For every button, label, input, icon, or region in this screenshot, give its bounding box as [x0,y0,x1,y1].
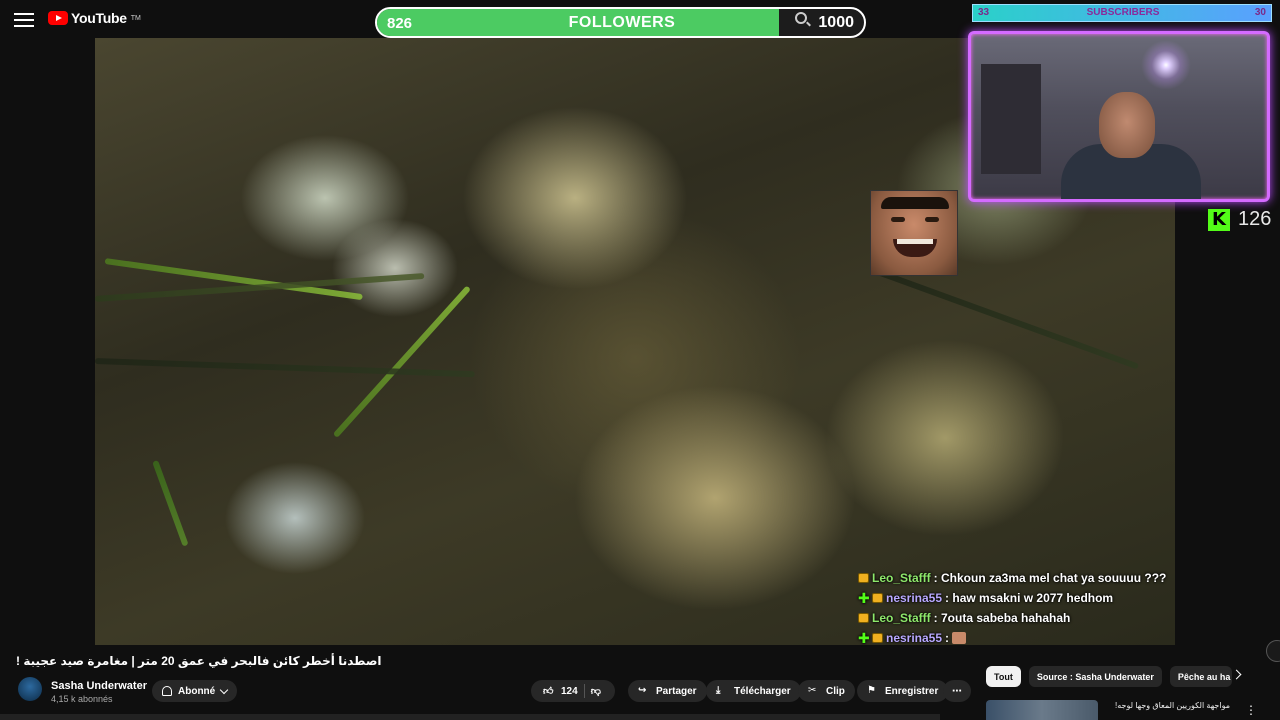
followers-goal-bar: 826 FOLLOWERS 1000 [375,7,866,38]
more-icon: ⋯ [952,685,962,697]
chip-source[interactable]: Source : Sasha Underwater [1028,666,1162,687]
share-label: Partager [656,685,697,697]
recommendation-title[interactable]: مواجهة الكوريين المعاق وجها لوجه! [1104,701,1230,710]
like-dislike-group: 👍︎ 124 👎︎ [531,680,615,702]
chat-text: : [945,631,950,645]
bookmark-icon: ⚑ [867,685,876,696]
save-label: Enregistrer [885,685,939,697]
download-button[interactable]: ⤓ Télécharger [706,680,801,702]
kick-viewer-count: 126 [1238,208,1272,230]
chat-username: Leo_Stafff [872,611,931,625]
crown-badge-icon [872,633,883,643]
subscribers-label: SUBSCRIBERS [1086,7,1160,18]
subscribed-label: Abonné [178,685,216,697]
streamer-face [1099,92,1155,158]
chat-message: Leo_Stafff : Chkoun za3ma mel chat ya so… [858,568,1178,588]
chat-username: nesrina55 [886,631,943,645]
kick-logo-icon: K [1208,208,1230,231]
chip-fishing[interactable]: Pêche au ha [1169,666,1232,687]
recommendation-thumbnail[interactable] [986,700,1098,720]
subscriber-count: 4,15 k abonnés [51,694,113,704]
side-panel-toggle[interactable] [1266,640,1280,662]
laughing-meme-overlay [870,190,958,276]
crown-badge-icon [858,613,869,623]
kebab-menu-icon[interactable]: ⋮ [1245,703,1257,717]
webcam-overlay [968,31,1270,202]
clip-button[interactable]: ✂ Clip [798,680,855,702]
plus-badge-icon: ✚ [858,589,870,606]
chat-message: ✚ nesrina55 : haw msakni w 2077 hedhom [858,588,1178,608]
video-title: اصطدنا أخطر كائن فالبحر في عمق 20 متر | … [16,654,382,668]
channel-avatar[interactable] [18,677,42,701]
youtube-logo[interactable]: YouTube TM [48,10,141,26]
thumbs-up-icon: 👍︎ [543,686,554,697]
chat-text: : haw msakni w 2077 hedhom [945,591,1114,605]
download-label: Télécharger [734,685,791,697]
thumbs-down-icon[interactable]: 👎︎ [591,685,603,697]
chevron-down-icon [219,685,229,694]
chip-all[interactable]: Tout [986,666,1021,687]
subscribers-goal-bar: 33 SUBSCRIBERS 30 [972,4,1272,22]
chat-username: nesrina55 [886,591,943,605]
menu-icon[interactable] [14,10,34,28]
subscribers-goal: 30 [1254,7,1266,18]
chat-message: ✚ nesrina55 : [858,628,1178,648]
chat-overlay: Leo_Stafff : Chkoun za3ma mel chat ya so… [858,568,1178,648]
chat-message: Leo_Stafff : 7outa sabeba hahahah [858,608,1178,628]
chat-text: : 7outa sabeba hahahah [933,611,1071,625]
emote-icon [952,632,967,644]
followers-goal: 1000 [818,14,854,31]
search-icon[interactable] [795,12,807,24]
chevron-right-icon[interactable] [1231,669,1242,680]
download-icon: ⤓ [716,685,721,696]
bottom-scroll-area [0,714,940,720]
youtube-logo-text: YouTube [71,10,127,26]
kick-viewers: K 126 [1208,208,1271,231]
bell-icon [162,686,172,696]
chat-username: Leo_Stafff [872,571,931,585]
crown-badge-icon [858,573,869,583]
channel-name[interactable]: Sasha Underwater [51,680,147,692]
chat-text: : Chkoun za3ma mel chat ya souuuu ??? [933,571,1167,585]
like-count: 124 [561,685,578,697]
star-lamp-icon [1141,40,1191,90]
youtube-logo-tm: TM [130,14,141,22]
youtube-play-icon [48,11,68,25]
crown-badge-icon [872,593,883,603]
scissors-icon: ✂ [808,685,817,696]
share-button[interactable]: ↪ Partager [628,680,707,702]
save-button[interactable]: ⚑ Enregistrer [857,680,949,702]
divider [583,684,585,698]
followers-label: FOLLOWERS [568,14,676,31]
clip-label: Clip [826,685,845,697]
recommendation-chips: Tout Source : Sasha Underwater Pêche au … [986,666,1232,687]
plus-badge-icon: ✚ [858,629,870,646]
more-actions-button[interactable]: ⋯ [943,680,971,702]
like-button[interactable]: 👍︎ 124 [543,685,578,698]
share-icon: ↪ [638,685,647,696]
subscribed-button[interactable]: Abonné [152,680,238,702]
